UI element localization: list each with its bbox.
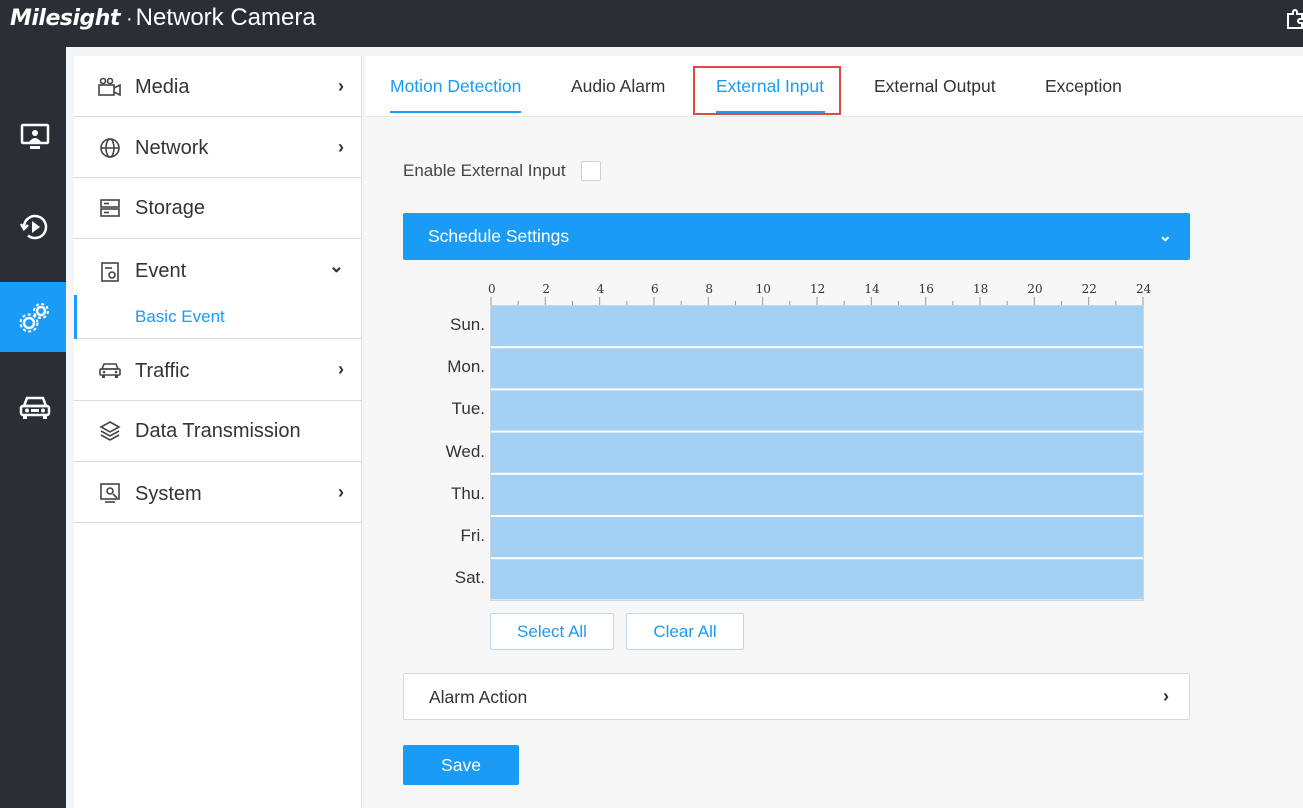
hour-tick-label: 2: [542, 282, 550, 296]
camera-icon: [98, 75, 122, 99]
day-schedule-row[interactable]: [491, 432, 1143, 473]
chevron-down-icon: ⌄: [1158, 228, 1172, 245]
day-schedule-row[interactable]: [491, 559, 1143, 600]
tab-motion-detection[interactable]: Motion Detection: [390, 76, 521, 97]
settings-sidebar: Media › Network › Storage Event ⌄ Basic …: [74, 56, 362, 808]
sidebar-item-network[interactable]: Network ›: [74, 117, 362, 178]
tab-exception[interactable]: Exception: [1045, 76, 1122, 97]
car-icon: [98, 358, 122, 382]
hour-tick-label: 16: [918, 282, 934, 296]
day-label: Mon.: [447, 357, 485, 377]
storage-icon: [98, 196, 122, 220]
hour-tick-label: 14: [864, 282, 880, 296]
sidebar-item-label: Traffic: [135, 360, 190, 382]
sidebar-item-label: Network: [135, 137, 209, 159]
product-name: Network Camera: [135, 4, 316, 31]
system-icon: [98, 481, 122, 505]
chevron-right-icon: ›: [1163, 686, 1169, 706]
active-indicator: [74, 295, 77, 339]
hour-tick-label: 20: [1027, 282, 1043, 296]
day-label: Sun.: [450, 315, 485, 334]
schedule-settings-header[interactable]: Schedule Settings ⌄: [403, 213, 1190, 260]
alarm-action-header[interactable]: Alarm Action ›: [403, 673, 1190, 720]
brand-logo: Milesight: [10, 6, 120, 31]
puzzle-icon[interactable]: [1286, 8, 1303, 30]
sidebar-item-traffic[interactable]: Traffic ›: [74, 339, 362, 401]
day-label: Tue.: [451, 399, 485, 419]
sidebar-item-label: Media: [135, 76, 190, 98]
playback-icon[interactable]: [0, 192, 70, 262]
sidebar-item-storage[interactable]: Storage: [74, 178, 362, 239]
live-view-icon[interactable]: [0, 102, 70, 172]
brand: Milesight · Network Camera: [10, 4, 316, 34]
schedule-cells[interactable]: [490, 305, 1144, 601]
main-panel: Motion Detection Audio Alarm External In…: [366, 56, 1303, 808]
clear-all-button[interactable]: Clear All: [626, 613, 744, 650]
hour-tick-label: 24: [1136, 282, 1152, 296]
hour-tick-label: 18: [973, 282, 989, 296]
day-schedule-row[interactable]: [491, 474, 1143, 515]
day-label: Sat.: [454, 568, 485, 588]
vehicle-icon[interactable]: [0, 372, 70, 442]
hour-tick-label: 4: [596, 282, 605, 296]
nav-rail: [0, 47, 70, 808]
hour-tick-label: 8: [705, 282, 713, 296]
highlight-box: [693, 66, 841, 115]
tab-external-output[interactable]: External Output: [874, 76, 996, 97]
alarm-action-title: Alarm Action: [429, 687, 528, 707]
sidebar-subitem-label: Basic Event: [135, 307, 225, 326]
tab-audio-alarm[interactable]: Audio Alarm: [571, 76, 665, 97]
day-schedule-row[interactable]: [491, 306, 1143, 347]
day-label: Fri.: [460, 526, 485, 545]
chevron-right-icon: ›: [338, 482, 344, 502]
hour-tick-label: 6: [651, 282, 659, 296]
save-button[interactable]: Save: [403, 745, 519, 785]
select-all-button[interactable]: Select All: [490, 613, 614, 650]
enable-checkbox[interactable]: [580, 161, 601, 181]
brand-separator: ·: [125, 8, 133, 30]
chevron-down-icon: ⌄: [328, 256, 344, 276]
settings-icon[interactable]: [0, 282, 70, 352]
day-label: Thu.: [450, 483, 485, 503]
event-icon: [98, 260, 122, 284]
hour-tick-label: 0: [488, 282, 496, 296]
day-label: Wed.: [445, 441, 485, 461]
sidebar-item-event[interactable]: Event ⌄: [74, 239, 362, 295]
rail-gap: [66, 47, 74, 808]
day-schedule-row[interactable]: [491, 390, 1143, 431]
hour-tick-label: 12: [810, 282, 826, 296]
day-schedule-row[interactable]: [491, 517, 1143, 558]
hour-tick-label: 10: [755, 282, 771, 296]
hour-tick-label: 22: [1081, 282, 1097, 296]
chevron-right-icon: ›: [338, 359, 344, 379]
enable-label: Enable External Input: [403, 161, 566, 180]
sidebar-item-label: Storage: [135, 197, 206, 219]
sidebar-subitem-basic-event[interactable]: Basic Event: [74, 295, 362, 339]
day-schedule-row[interactable]: [491, 348, 1143, 389]
sidebar-item-media[interactable]: Media ›: [74, 56, 362, 117]
layers-icon: [98, 419, 122, 443]
chevron-right-icon: ›: [338, 76, 344, 96]
active-tab-underline: [390, 111, 521, 113]
sidebar-item-label: System: [135, 483, 202, 505]
enable-row: Enable External Input: [403, 161, 601, 181]
top-bar: Milesight · Network Camera: [0, 0, 1303, 47]
sidebar-item-system[interactable]: System ›: [74, 462, 362, 523]
schedule-title: Schedule Settings: [428, 226, 570, 246]
globe-icon: [98, 136, 122, 160]
event-tabs: Motion Detection Audio Alarm External In…: [366, 56, 1303, 117]
sidebar-item-data-transmission[interactable]: Data Transmission: [74, 401, 362, 462]
sidebar-item-label: Data Transmission: [135, 420, 301, 442]
chevron-right-icon: ›: [338, 137, 344, 157]
sidebar-item-label: Event: [135, 260, 187, 282]
